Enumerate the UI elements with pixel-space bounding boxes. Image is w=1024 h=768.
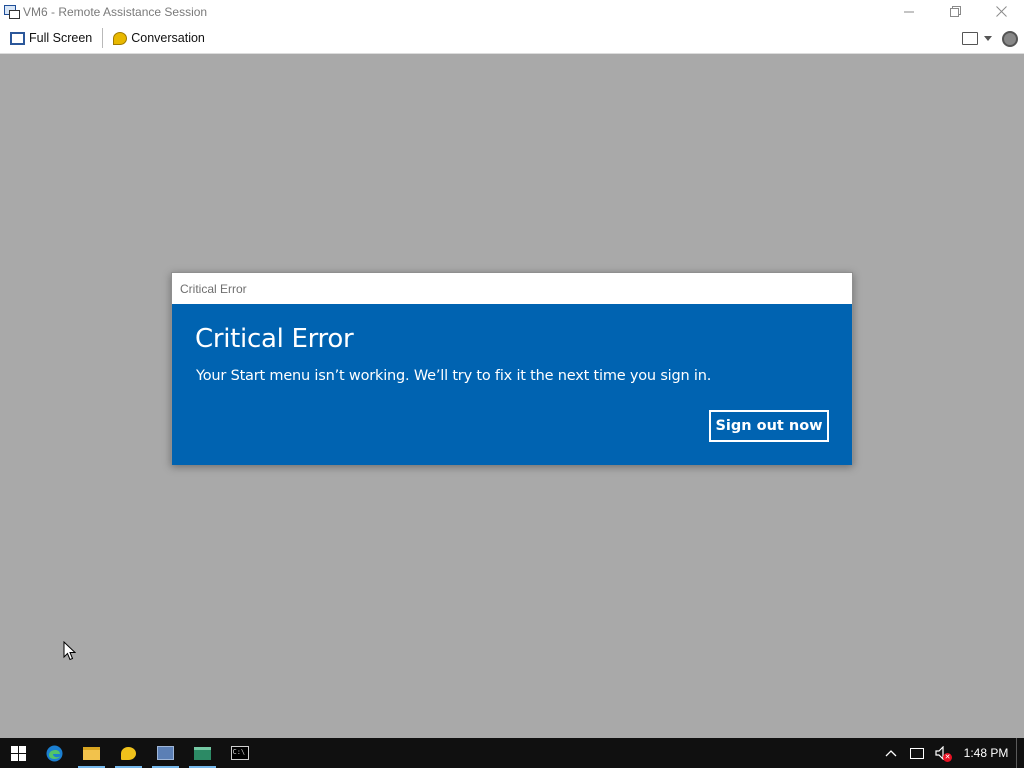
conversation-icon bbox=[113, 31, 128, 45]
taskbar-item-network-app[interactable] bbox=[184, 738, 221, 768]
help-icon[interactable] bbox=[1002, 30, 1018, 47]
critical-error-dialog: Critical Error Critical Error Your Start… bbox=[171, 272, 853, 465]
chevron-up-icon bbox=[885, 750, 897, 757]
muted-badge-icon: ✕ bbox=[943, 753, 952, 762]
full-screen-button[interactable]: Full Screen bbox=[6, 26, 96, 50]
taskbar-item-conversation[interactable] bbox=[110, 738, 147, 768]
show-desktop-button[interactable] bbox=[1016, 738, 1024, 768]
start-button[interactable] bbox=[0, 738, 36, 768]
dialog-heading: Critical Error bbox=[195, 324, 354, 354]
edge-icon bbox=[46, 745, 63, 761]
network-tray-button[interactable] bbox=[904, 738, 930, 768]
minimize-icon bbox=[903, 11, 914, 13]
minimize-button[interactable] bbox=[886, 0, 932, 23]
display-settings-icon[interactable] bbox=[962, 32, 978, 45]
dialog-body: Critical Error Your Start menu isn’t wor… bbox=[172, 304, 852, 465]
remote-assistance-app-icon bbox=[4, 4, 20, 20]
network-app-icon bbox=[194, 746, 211, 760]
taskbar-item-remote-assistance[interactable] bbox=[147, 738, 184, 768]
remote-assistance-toolbar: Full Screen Conversation bbox=[0, 23, 1024, 54]
dialog-titlebar: Critical Error bbox=[172, 273, 852, 304]
window-titlebar: VM6 - Remote Assistance Session bbox=[0, 0, 1024, 23]
taskbar-item-file-explorer[interactable] bbox=[73, 738, 110, 768]
taskbar: C:\ ✕ 1:48 PM bbox=[0, 738, 1024, 768]
toolbar-separator bbox=[102, 28, 104, 48]
volume-tray-button[interactable]: ✕ bbox=[930, 738, 956, 768]
window-title: VM6 - Remote Assistance Session bbox=[23, 4, 208, 19]
dialog-message: Your Start menu isn’t working. We’ll try… bbox=[196, 368, 712, 384]
remote-assistance-icon bbox=[157, 746, 174, 760]
system-tray: ✕ 1:48 PM bbox=[878, 738, 1024, 768]
full-screen-icon bbox=[10, 31, 25, 45]
pointer-icon bbox=[63, 641, 76, 661]
restore-button[interactable] bbox=[932, 0, 978, 23]
taskbar-clock[interactable]: 1:48 PM bbox=[956, 738, 1016, 768]
restore-icon bbox=[949, 6, 961, 17]
conversation-button[interactable]: Conversation bbox=[109, 26, 209, 50]
taskbar-item-command-prompt[interactable]: C:\ bbox=[221, 738, 258, 768]
sign-out-now-button[interactable]: Sign out now bbox=[709, 410, 829, 442]
chat-bubble-icon bbox=[121, 746, 136, 760]
folder-icon bbox=[83, 746, 100, 760]
network-icon bbox=[910, 747, 924, 759]
conversation-label: Conversation bbox=[131, 31, 205, 45]
full-screen-label: Full Screen bbox=[29, 31, 93, 45]
chevron-down-icon[interactable] bbox=[984, 36, 992, 41]
dialog-window-title: Critical Error bbox=[180, 281, 247, 296]
windows-logo-icon bbox=[10, 745, 26, 761]
close-icon bbox=[995, 6, 1007, 17]
cmd-icon: C:\ bbox=[230, 746, 249, 760]
close-button[interactable] bbox=[978, 0, 1024, 23]
show-hidden-icons-button[interactable] bbox=[878, 738, 904, 768]
taskbar-item-edge[interactable] bbox=[36, 738, 73, 768]
